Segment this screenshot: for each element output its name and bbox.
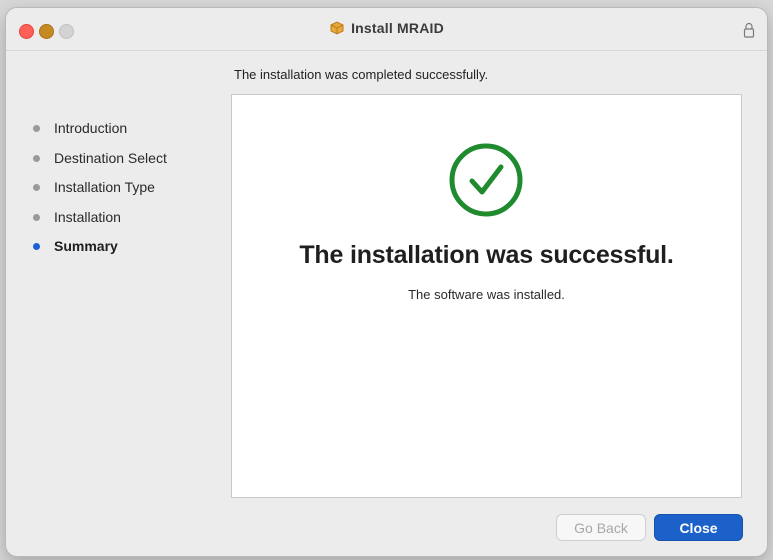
step-dot — [33, 184, 40, 191]
step-summary: Summary — [30, 236, 220, 266]
step-dot — [33, 125, 40, 132]
installer-steps-sidebar: Introduction Destination Select Installa… — [30, 118, 220, 266]
page-subtitle: The installation was completed successfu… — [234, 67, 489, 82]
installer-window: Install MRAID The installation was compl… — [6, 8, 767, 556]
summary-content-panel: The installation was successful. The sof… — [231, 94, 742, 498]
package-icon — [330, 21, 344, 35]
step-installation-type: Installation Type — [30, 177, 220, 207]
step-installation: Installation — [30, 207, 220, 237]
title-bar[interactable]: Install MRAID — [6, 8, 767, 51]
success-detail: The software was installed. — [408, 287, 565, 302]
step-dot-active — [33, 243, 40, 250]
window-title-group: Install MRAID — [6, 20, 767, 36]
step-label: Installation — [54, 208, 121, 225]
step-label: Destination Select — [54, 149, 167, 166]
step-label: Summary — [54, 238, 118, 254]
step-dot — [33, 213, 40, 221]
step-label: Installation Type — [54, 179, 155, 195]
success-headline: The installation was successful. — [299, 241, 674, 269]
step-label: Introduction — [54, 120, 128, 136]
lock-icon — [743, 22, 755, 38]
step-dot — [33, 154, 40, 162]
checkmark-circle-icon — [449, 143, 523, 217]
step-destination-select: Destination Select — [30, 148, 220, 178]
go-back-button[interactable]: Go Back — [556, 514, 646, 541]
step-introduction: Introduction — [30, 118, 220, 148]
window-title: Install MRAID — [351, 20, 444, 36]
close-button[interactable]: Close — [654, 514, 743, 541]
